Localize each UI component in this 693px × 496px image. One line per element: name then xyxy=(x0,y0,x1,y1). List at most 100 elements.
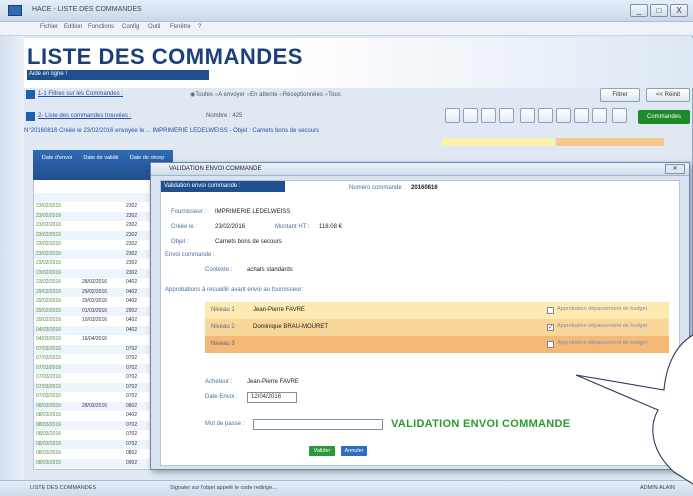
table-cell: 29/02/2016 xyxy=(36,307,62,314)
column-bar-orange xyxy=(556,138,664,146)
status-right: ADMIN ALAIN xyxy=(640,485,675,491)
budget-checkbox-1[interactable] xyxy=(547,307,554,314)
menu-config[interactable]: Config xyxy=(122,24,139,30)
table-cell: 07/03/2016 xyxy=(36,383,62,390)
filter-options[interactable]: ◉Toutes ○A envoyer ○En attente ○Réceptio… xyxy=(190,91,341,98)
dialog-title: VALIDATION ENVOI COMMANDE xyxy=(169,166,262,172)
menu-fichier[interactable]: Fichier xyxy=(40,24,58,30)
col-header-recep[interactable]: Date de récep xyxy=(125,155,169,161)
commandes-button[interactable]: Commandes xyxy=(638,110,690,124)
toolbar-icon-2[interactable] xyxy=(463,108,478,123)
date-envoi-label: Date Envoi : xyxy=(205,394,238,400)
toolbar-icon-3[interactable] xyxy=(481,108,496,123)
app-icon xyxy=(8,5,22,16)
date-envoi-input[interactable]: 12/04/2016 xyxy=(247,392,297,403)
cree-value: 23/02/2016 xyxy=(215,224,246,230)
budget-checkbox-2[interactable]: ✓ xyxy=(547,324,554,331)
table-cell: 16/04/2016 xyxy=(82,336,108,342)
close-button[interactable]: X xyxy=(670,4,688,17)
col-header-valide[interactable]: Date de validé xyxy=(81,155,121,161)
fournisseur-value: IMPRIMERIE LEDELWEISS xyxy=(215,209,291,215)
table-cell: 23/02/2016 xyxy=(36,241,62,247)
window-title: HACE - LISTE DES COMMANDES xyxy=(32,6,142,13)
list-count: Nombre : 425 xyxy=(206,113,243,119)
toolbar-icon-9[interactable] xyxy=(592,108,607,123)
table-cell: 08/03/2016 xyxy=(36,402,62,409)
table-cell: 29/02/2016 xyxy=(82,288,108,295)
table-cell: 04/03/2016 xyxy=(36,336,62,342)
menu-outil[interactable]: Outil xyxy=(148,24,160,30)
reinit-button[interactable]: << Réinit xyxy=(646,88,690,102)
table-cell: 08/03/2016 xyxy=(36,421,62,428)
contexte-value: achats standards xyxy=(247,267,293,273)
table-cell: 07/03/2016 xyxy=(36,364,62,371)
table-cell: 10/03/2016 xyxy=(82,317,108,323)
table-cell: 08/03/2016 xyxy=(36,450,62,456)
help-bar[interactable]: Aide en ligne ! xyxy=(27,70,209,80)
filter-button[interactable]: Filtrer xyxy=(600,88,640,102)
table-cell: 23/02/2016 xyxy=(36,203,62,209)
validation-banner: VALIDATION ENVOI COMMANDE xyxy=(391,418,571,430)
menu-fonctions[interactable]: Fonctions xyxy=(88,24,114,30)
objet-value: Carnets bons de secours xyxy=(215,239,282,245)
budget-checkbox-3[interactable] xyxy=(547,341,554,348)
help-link[interactable]: Aide en ligne ! xyxy=(29,71,67,77)
contexte-label: Contexte : xyxy=(205,267,233,273)
password-input[interactable] xyxy=(253,419,383,430)
dialog-body: Validation envoi commande : Numéro comma… xyxy=(160,180,680,466)
menu-fenetre[interactable]: Fenêtre xyxy=(170,24,191,30)
table-cell: 23/02/2016 xyxy=(36,231,62,238)
status-left: LISTE DES COMMANDES xyxy=(30,485,97,491)
table-cell: 08/03/2016 xyxy=(36,412,62,418)
toolbar-icon-8[interactable] xyxy=(574,108,589,123)
cree-label: Créée le : xyxy=(171,224,198,230)
menu-edition[interactable]: Edition xyxy=(64,24,82,30)
selected-order-info: N°20160816 Créée le 23/02/2016 envoyée l… xyxy=(24,128,320,134)
table-cell: 23/02/2016 xyxy=(36,279,62,285)
toolbar-icon-6[interactable] xyxy=(538,108,553,123)
table-cell: 01/03/2016 xyxy=(82,307,108,314)
filter2-marker xyxy=(26,112,35,121)
annuler-button[interactable]: Annuler xyxy=(341,446,367,456)
table-cell: 07/03/2016 xyxy=(36,345,62,352)
table-cell: 29/02/2016 xyxy=(36,317,62,323)
acheteur-label: Acheteur : xyxy=(205,379,233,385)
table-cell: 07/03/2016 xyxy=(36,393,62,399)
menu-help[interactable]: ? xyxy=(198,24,201,30)
column-bar-yellow xyxy=(442,138,554,146)
status-bar: LISTE DES COMMANDES Signaler sur l'objet… xyxy=(0,480,693,496)
budget-checkbox-label: Approbation dépassement de budget xyxy=(557,306,648,312)
table-cell: 23/02/2016 xyxy=(36,250,62,257)
montant-label: Montant HT : xyxy=(275,224,310,230)
status-mid: Signaler sur l'objet appelé le code redi… xyxy=(170,485,277,491)
objet-label: Objet : xyxy=(171,239,189,245)
validation-dialog: VALIDATION ENVOI COMMANDE ✕ Validation e… xyxy=(150,162,690,470)
table-cell: 23/02/2016 xyxy=(36,269,62,276)
maximize-button[interactable]: □ xyxy=(650,4,668,17)
table-cell: 07/03/2016 xyxy=(36,374,62,380)
table-cell: 23/02/2016 xyxy=(36,222,62,228)
section-header: Validation envoi commande : xyxy=(161,181,285,192)
filter-link[interactable]: 1-1 Filtres sur les Commandes : xyxy=(38,91,123,97)
approbations-label: Approbations à recueillir avant envoi au… xyxy=(165,287,305,293)
page-title: LISTE DES COMMANDES xyxy=(27,44,303,69)
toolbar-icon-10[interactable] xyxy=(612,108,627,123)
menu-bar: Fichier Edition Fonctions Config Outil F… xyxy=(0,22,693,36)
toolbar-icon-1[interactable] xyxy=(445,108,460,123)
budget-checkbox-label: Approbation dépassement de budget xyxy=(557,340,648,346)
dialog-title-bar: VALIDATION ENVOI COMMANDE ✕ xyxy=(151,163,689,176)
toolbar-icon-4[interactable] xyxy=(499,108,514,123)
table-cell: 23/02/2016 xyxy=(36,212,62,219)
toolbar-icon-5[interactable] xyxy=(520,108,535,123)
table-cell: 23/02/2016 xyxy=(36,260,62,266)
toolbar-icon-7[interactable] xyxy=(556,108,571,123)
minimize-button[interactable]: _ xyxy=(630,4,648,17)
list-link[interactable]: 2- Liste des commandes trouvées : xyxy=(38,113,131,119)
dialog-close-button[interactable]: ✕ xyxy=(665,164,685,174)
valider-button[interactable]: Valider xyxy=(309,446,335,456)
table-cell: 08/03/2016 xyxy=(36,440,62,447)
budget-checkbox-label: Approbation dépassement de budget xyxy=(557,323,648,329)
table-cell: 29/02/2016 xyxy=(36,298,62,304)
col-header-envoi[interactable]: Date d'envoi xyxy=(37,155,77,161)
table-cell: 28/03/2016 xyxy=(82,402,108,409)
